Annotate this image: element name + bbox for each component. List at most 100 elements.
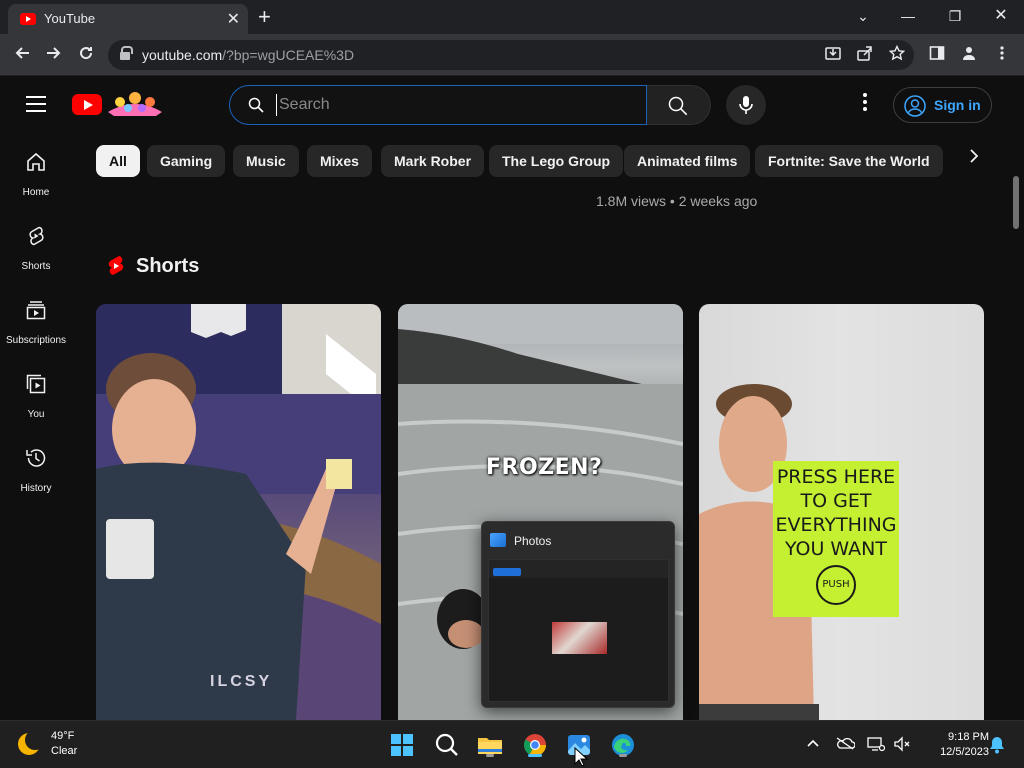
start-button[interactable] — [386, 729, 418, 761]
guide-item-history[interactable]: History — [0, 433, 72, 503]
you-icon — [26, 374, 46, 394]
guide-item-shorts[interactable]: Shorts — [0, 211, 72, 281]
bookmark-star-icon[interactable] — [886, 44, 908, 67]
clock-time: 9:18 PM — [948, 731, 989, 743]
short-1-thumbnail — [96, 304, 381, 720]
clock-date: 12/5/2023 — [940, 746, 989, 758]
sign-line: EVERYTHING — [775, 514, 897, 536]
video-meta-line: 1.8M views • 2 weeks ago — [596, 193, 758, 209]
voice-search-button[interactable] — [726, 85, 766, 125]
short-2-overlay-text: FROZEN? — [486, 455, 603, 480]
taskbar-search-button[interactable] — [431, 729, 463, 761]
search-box[interactable] — [229, 85, 647, 125]
close-window-button[interactable]: ✕ — [981, 4, 1021, 28]
account-icon — [904, 95, 926, 117]
chip-fortnite-save-the-world[interactable]: Fortnite: Save the World — [755, 145, 943, 177]
short-3-sign: PRESS HERE TO GET EVERYTHING YOU WANT PU… — [773, 461, 899, 617]
history-icon — [26, 449, 46, 467]
shorts-shelf-title: Shorts — [136, 255, 200, 277]
volume-muted-icon[interactable] — [893, 736, 911, 754]
url-text: youtube.com/?bp=wgUCEAE%3D — [142, 47, 355, 63]
photos-app-icon — [490, 533, 506, 547]
sign-in-button[interactable]: Sign in — [893, 87, 992, 123]
tab-search-chevron-icon[interactable]: ⌄ — [843, 4, 883, 28]
search-icon — [435, 733, 458, 756]
guide-item-label: Shorts — [21, 261, 51, 272]
home-icon — [27, 152, 45, 171]
guide-item-label: History — [20, 483, 52, 494]
forward-button[interactable] — [41, 42, 67, 68]
share-icon[interactable] — [854, 45, 876, 67]
restore-button[interactable]: ❐ — [935, 4, 975, 28]
search-button[interactable] — [647, 85, 711, 125]
weather-condition: Clear — [51, 745, 78, 757]
weather-temperature: 49°F — [51, 730, 75, 742]
file-explorer-button[interactable] — [474, 729, 506, 761]
guide-item-label: Home — [22, 187, 50, 198]
tab-title: YouTube — [44, 11, 96, 26]
short-1-overlay-text: ILCSY — [210, 673, 273, 690]
chip-mixes[interactable]: Mixes — [307, 145, 372, 177]
short-video-3[interactable]: PRESS HERE TO GET EVERYTHING YOU WANT PU… — [699, 304, 984, 720]
youtube-favicon-icon — [20, 13, 36, 25]
notification-bell-icon[interactable] — [988, 736, 1006, 754]
minimize-button[interactable]: — — [888, 4, 928, 28]
taskbar-clock[interactable]: 9:18 PM 12/5/2023 — [919, 730, 989, 760]
chrome-menu-icon[interactable] — [989, 42, 1015, 68]
youtube-logo[interactable] — [72, 94, 102, 115]
reload-button[interactable] — [73, 42, 99, 68]
chip-gaming[interactable]: Gaming — [147, 145, 226, 177]
photo-image — [552, 622, 607, 654]
browser-tab-strip: YouTube ✕ + ⌄ — ❐ ✕ — [0, 0, 1024, 34]
chip-music[interactable]: Music — [233, 145, 299, 177]
new-tab-button[interactable]: + — [258, 4, 271, 30]
sign-line: PRESS HERE — [776, 466, 896, 488]
subscriptions-icon — [26, 301, 46, 320]
microphone-icon — [739, 96, 753, 114]
show-hidden-icons-chevron-icon[interactable] — [804, 736, 822, 754]
tab-close-icon[interactable]: ✕ — [227, 9, 240, 29]
profile-icon[interactable] — [956, 42, 982, 68]
chip-the-lego-group[interactable]: The Lego Group — [489, 145, 624, 177]
guide-item-subscriptions[interactable]: Subscriptions — [0, 285, 72, 355]
chips-next-chevron-icon[interactable] — [968, 148, 992, 174]
sign-in-label: Sign in — [934, 97, 981, 113]
photos-window-preview[interactable]: Photos — [481, 521, 675, 708]
mouse-cursor-icon — [574, 747, 588, 767]
browser-tab-youtube[interactable]: YouTube ✕ — [8, 4, 248, 34]
guide-item-home[interactable]: Home — [0, 137, 72, 207]
network-icon[interactable] — [867, 736, 886, 754]
lock-icon[interactable] — [120, 46, 133, 60]
address-bar[interactable]: youtube.com/?bp=wgUCEAE%3D — [108, 40, 914, 70]
page-scrollbar[interactable] — [1013, 176, 1019, 229]
guide-menu-icon[interactable] — [26, 96, 46, 112]
shorts-logo-icon — [108, 256, 124, 275]
browser-toolbar: youtube.com/?bp=wgUCEAE%3D — [0, 34, 1024, 76]
guide-item-label: You — [27, 409, 45, 420]
youtube-masthead: Sign in — [0, 77, 1024, 133]
moon-icon — [18, 730, 45, 755]
chip-animated-films[interactable]: Animated films — [624, 145, 751, 177]
chip-all[interactable]: All — [96, 145, 140, 177]
search-icon — [668, 96, 688, 116]
search-icon — [248, 97, 264, 113]
install-app-icon[interactable] — [822, 45, 844, 67]
photos-preview-thumbnail — [488, 559, 669, 702]
guide-item-label: Subscriptions — [5, 335, 67, 346]
windows-taskbar: 49°F Clear 9:18 PM 12/5/2023 — [0, 720, 1024, 768]
photos-preview-title: Photos — [514, 534, 552, 548]
sign-line: YOU WANT — [784, 538, 888, 560]
chip-mark-rober[interactable]: Mark Rober — [381, 145, 485, 177]
search-input[interactable] — [276, 94, 636, 116]
shorts-icon — [29, 226, 44, 246]
chrome-taskbar-button[interactable] — [519, 729, 551, 761]
doodle-logo-icon[interactable] — [104, 90, 166, 118]
settings-more-icon[interactable] — [855, 93, 875, 117]
guide-item-you[interactable]: You — [0, 359, 72, 429]
edge-taskbar-button[interactable] — [607, 729, 639, 761]
short-video-1[interactable]: ILCSY — [96, 304, 381, 720]
onedrive-icon[interactable] — [835, 736, 856, 754]
side-panel-icon[interactable] — [924, 42, 950, 68]
push-circle: PUSH — [816, 565, 856, 605]
back-button[interactable] — [9, 42, 35, 68]
